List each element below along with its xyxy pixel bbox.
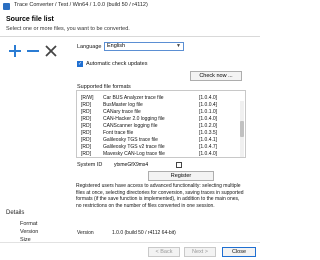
- list-item: [R/W] Car BUS Analyzer trace file [1.0.4…: [81, 95, 218, 101]
- details-version-label: Version: [20, 229, 39, 235]
- list-item: [RD] Galileosky TGS trace file [1.0.4.1]: [81, 137, 218, 143]
- version-value: 1.0.0 (build 50 / r4112 64-bit): [112, 230, 176, 236]
- language-select[interactable]: English ▼: [104, 42, 184, 51]
- list-item: [RD] CAN-Hacker 2.0 logging file [1.0.4.…: [81, 116, 218, 122]
- plus-icon: [9, 45, 21, 57]
- close-button[interactable]: Close: [222, 247, 256, 257]
- clear-files-button[interactable]: [44, 44, 58, 58]
- page-header: Source file list Select one or more file…: [0, 13, 260, 37]
- system-id-field[interactable]: ytxmeGfX9ms4: [112, 161, 182, 170]
- back-button[interactable]: < Back: [148, 247, 180, 257]
- details-format-label: Format: [20, 221, 38, 227]
- minus-icon: [27, 50, 39, 52]
- list-item: [RD] CANScanner logging file [1.0.2.0]: [81, 123, 218, 129]
- list-item: [RD] Galileosky TGS v2 trace file [1.0.4…: [81, 144, 218, 150]
- auto-check-label: Automatic check updates: [86, 61, 148, 67]
- language-value: English: [107, 43, 126, 49]
- scrollbar-thumb[interactable]: [240, 121, 244, 137]
- language-label: Language: [77, 44, 102, 50]
- list-item: [RD] BusMaster log file [1.0.0.4]: [81, 102, 218, 108]
- list-item: [RD] Font trace file [1.0.3.5]: [81, 130, 218, 136]
- remove-file-button[interactable]: [26, 44, 40, 58]
- next-button[interactable]: Next >: [184, 247, 216, 257]
- page-subtitle: Select one or more files, you want to be…: [6, 26, 130, 32]
- check-now-button[interactable]: Check now ...: [190, 71, 242, 81]
- add-file-button[interactable]: [8, 44, 22, 58]
- chevron-down-icon: ▼: [176, 43, 181, 49]
- system-id-label: System ID: [77, 162, 103, 168]
- register-button[interactable]: Register: [148, 171, 214, 181]
- auto-check-checkbox[interactable]: ✓: [77, 61, 83, 67]
- formats-list[interactable]: [R/W] Car BUS Analyzer trace file [1.0.4…: [76, 90, 246, 158]
- list-item: [RD] Mavesky CAN-Log trace file [1.0.4.0…: [81, 151, 218, 157]
- x-icon: [45, 45, 57, 57]
- copy-icon[interactable]: [176, 162, 182, 168]
- page-title: Source file list: [6, 16, 54, 23]
- title-bar: Trace Converter / Test / Win64 / 1.0.0 (…: [0, 0, 260, 13]
- version-label: Version: [77, 230, 94, 236]
- window-title: Trace Converter / Test / Win64 / 1.0.0 (…: [14, 2, 148, 8]
- wizard-footer: < Back Next > Close: [0, 242, 260, 260]
- app-icon: [3, 3, 10, 10]
- registration-info: Registered users have access to advanced…: [76, 183, 244, 209]
- list-item: [RD] CANary trace file [1.0.1.0]: [81, 109, 218, 115]
- details-title: Details: [6, 210, 25, 216]
